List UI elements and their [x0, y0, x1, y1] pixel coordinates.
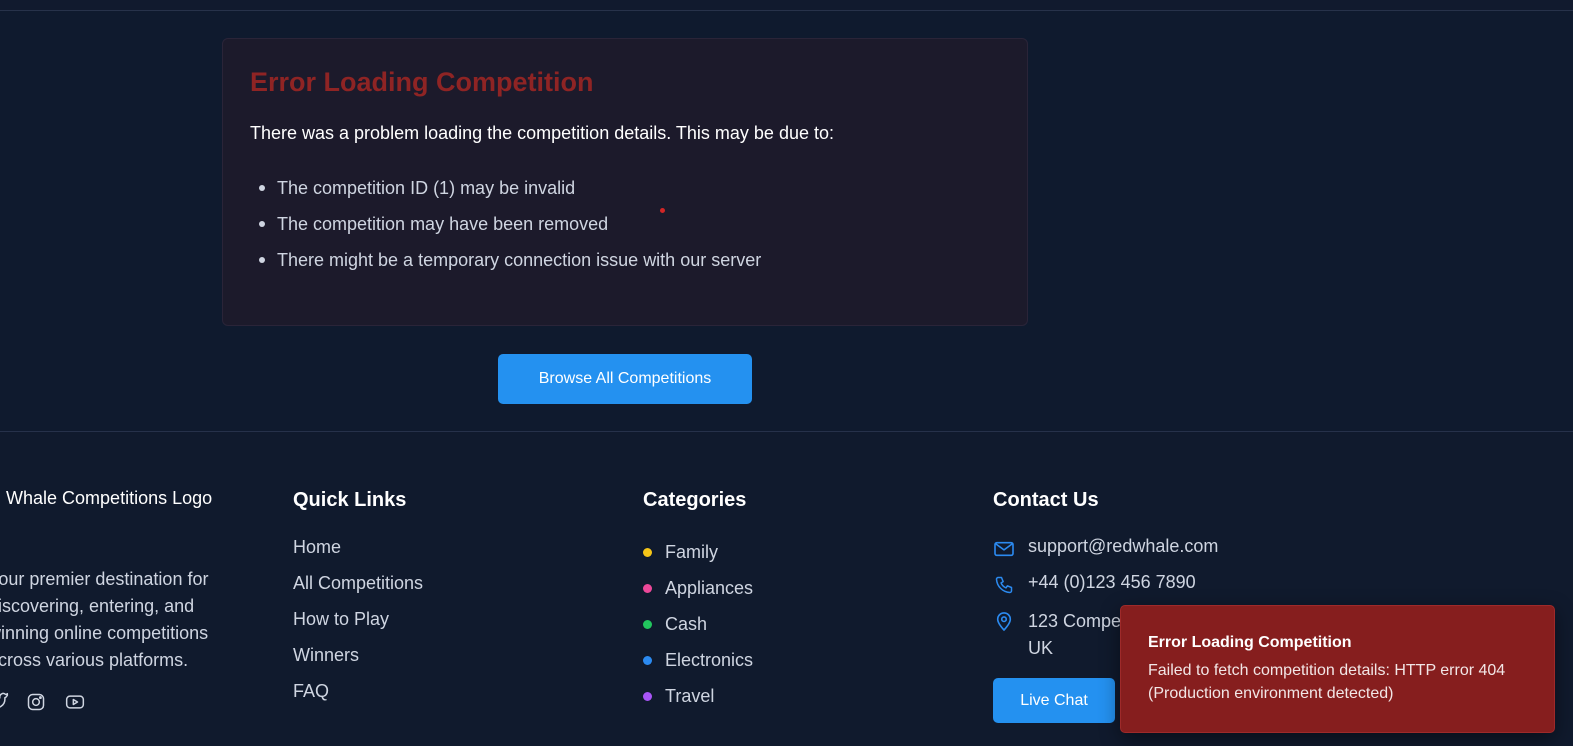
- live-chat-button[interactable]: Live Chat: [993, 678, 1115, 723]
- contact-heading: Contact Us: [993, 489, 1099, 511]
- twitter-icon[interactable]: [0, 691, 10, 713]
- category-travel[interactable]: Travel: [643, 678, 753, 714]
- phone-icon: [993, 574, 1015, 596]
- quick-link-home[interactable]: Home: [293, 534, 423, 570]
- contact-email[interactable]: support@redwhale.com: [1028, 536, 1218, 557]
- footer-about-text: Your premier destination for discovering…: [0, 569, 209, 670]
- category-label: Travel: [665, 685, 715, 706]
- category-dot: [643, 691, 652, 701]
- error-reason-item: The competition ID (1) may be invalid: [258, 175, 761, 211]
- category-label: Family: [665, 541, 718, 562]
- category-dot: [643, 655, 652, 665]
- browse-all-competitions-button[interactable]: Browse All Competitions: [498, 354, 752, 404]
- category-family[interactable]: Family: [643, 534, 753, 570]
- toast-title: Error Loading Competition: [1148, 634, 1352, 651]
- category-appliances[interactable]: Appliances: [643, 570, 753, 606]
- cursor-dot: [660, 208, 665, 213]
- category-cash[interactable]: Cash: [643, 606, 753, 642]
- instagram-icon[interactable]: [25, 691, 47, 713]
- error-toast[interactable]: Error Loading Competition Failed to fetc…: [1120, 605, 1555, 733]
- mail-icon: [993, 538, 1015, 560]
- quick-links-heading: Quick Links: [293, 489, 407, 511]
- contact-phone[interactable]: +44 (0)123 456 7890: [1028, 572, 1196, 593]
- quick-link-faq[interactable]: FAQ: [293, 678, 423, 714]
- categories-heading: Categories: [643, 489, 747, 511]
- error-reason-list: The competition ID (1) may be invalid Th…: [250, 175, 761, 283]
- contact-address-row: 123 Compe UK: [993, 608, 1121, 662]
- contact-phone-row[interactable]: +44 (0)123 456 7890: [993, 572, 1196, 596]
- error-title: Error Loading Competition: [250, 67, 594, 97]
- quick-links-list: Home All Competitions How to Play Winner…: [293, 534, 423, 714]
- error-card: Error Loading Competition There was a pr…: [222, 38, 1028, 326]
- address-line-2: UK: [1028, 638, 1054, 658]
- youtube-icon[interactable]: [64, 691, 86, 713]
- quick-link-winners[interactable]: Winners: [293, 642, 423, 678]
- contact-email-row[interactable]: support@redwhale.com: [993, 536, 1218, 560]
- category-dot: [643, 619, 652, 629]
- category-dot: [643, 547, 652, 557]
- error-description: There was a problem loading the competit…: [250, 123, 834, 143]
- category-electronics[interactable]: Electronics: [643, 642, 753, 678]
- error-reason-item: The competition may have been removed: [258, 211, 761, 247]
- toast-message: Failed to fetch competition details: HTT…: [1148, 662, 1506, 702]
- quick-link-all-competitions[interactable]: All Competitions: [293, 570, 423, 606]
- map-pin-icon: [993, 610, 1015, 632]
- address-line-1: 123 Compe: [1028, 611, 1122, 631]
- contact-address: 123 Compe UK: [1028, 608, 1121, 662]
- category-label: Appliances: [665, 577, 754, 598]
- error-reason-item: There might be a temporary connection is…: [258, 247, 761, 283]
- category-label: Cash: [665, 613, 708, 634]
- categories-list: Family Appliances Cash Electronics Trave…: [643, 534, 753, 714]
- category-label: Electronics: [665, 649, 754, 670]
- footer-logo[interactable]: Red Whale Competitions Logo: [0, 488, 212, 509]
- quick-link-how-to-play[interactable]: How to Play: [293, 606, 423, 642]
- category-dot: [643, 583, 652, 593]
